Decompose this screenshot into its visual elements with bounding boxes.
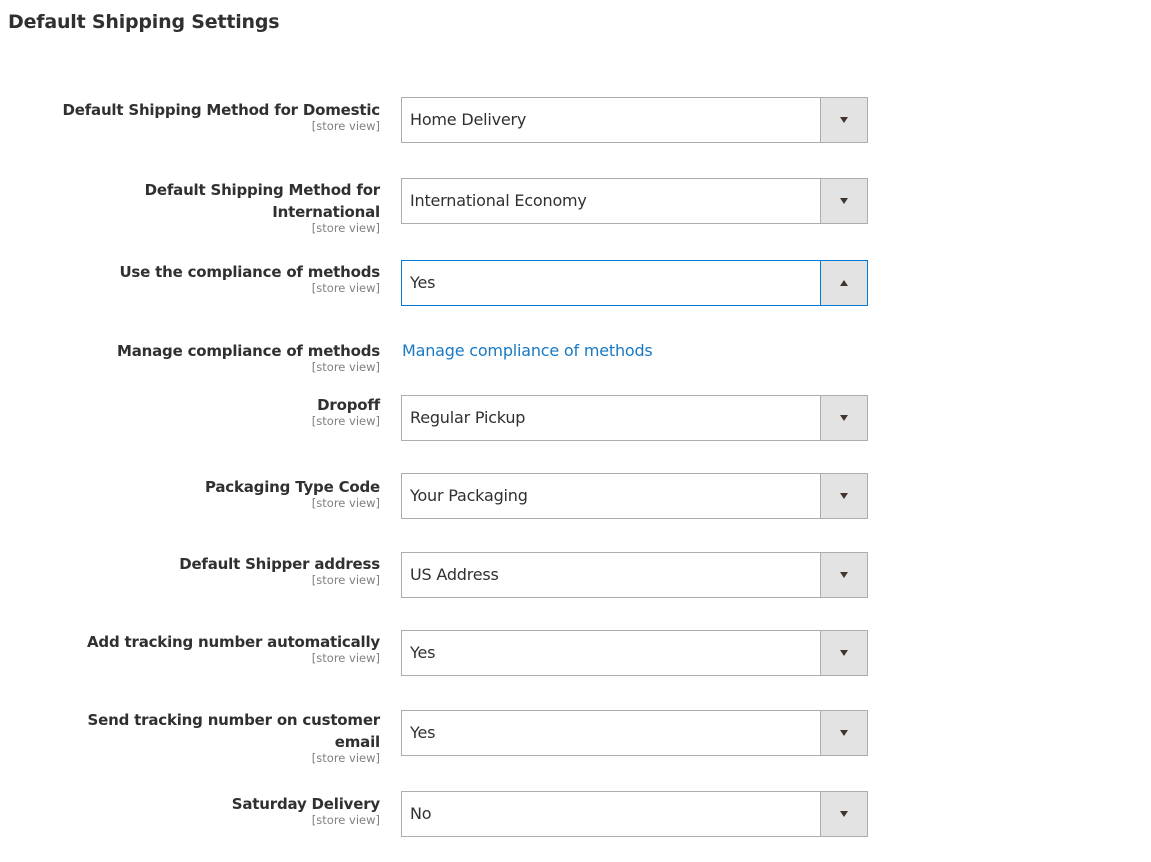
chevron-down-icon <box>840 198 848 204</box>
dropdown-toggle[interactable] <box>820 792 867 836</box>
dropdown-toggle[interactable] <box>820 396 867 440</box>
domestic-method-select[interactable]: Home Delivery <box>401 97 868 143</box>
select-value: Your Packaging <box>410 486 528 505</box>
dropdown-toggle[interactable] <box>820 261 867 305</box>
select-value: Yes <box>410 273 436 292</box>
field-label-group: Dropoff [store view] <box>0 395 380 428</box>
select-value: Yes <box>410 723 436 742</box>
field-label-group: Default Shipper address [store view] <box>0 554 380 587</box>
manage-compliance-link[interactable]: Manage compliance of methods <box>402 341 653 360</box>
field-label-group: Manage compliance of methods [store view… <box>0 341 380 374</box>
field-label-group: Use the compliance of methods [store vie… <box>0 262 380 295</box>
chevron-down-icon <box>840 415 848 421</box>
field-label: Add tracking number automatically <box>87 633 380 651</box>
scope-label: [store view] <box>311 651 380 665</box>
scope-label: [store view] <box>311 221 380 235</box>
section-title: Default Shipping Settings <box>8 11 280 33</box>
field-label: Manage compliance of methods <box>117 342 380 360</box>
field-label-line1: Default Shipping Method for <box>144 181 381 199</box>
shipper-address-select[interactable]: US Address <box>401 552 868 598</box>
scope-label: [store view] <box>311 281 380 295</box>
chevron-down-icon <box>840 117 848 123</box>
select-value: No <box>410 804 432 823</box>
chevron-down-icon <box>840 811 848 817</box>
select-value: US Address <box>410 565 499 584</box>
dropdown-toggle[interactable] <box>820 631 867 675</box>
send-tracking-select[interactable]: Yes <box>401 710 868 756</box>
select-value: Home Delivery <box>410 110 527 129</box>
scope-label: [store view] <box>311 813 380 827</box>
field-label: Use the compliance of methods <box>119 263 380 281</box>
scope-label: [store view] <box>311 573 380 587</box>
dropdown-toggle[interactable] <box>820 98 867 142</box>
scope-label: [store view] <box>311 414 380 428</box>
chevron-down-icon <box>840 730 848 736</box>
scope-label: [store view] <box>311 119 380 133</box>
add-tracking-select[interactable]: Yes <box>401 630 868 676</box>
scope-label: [store view] <box>311 360 380 374</box>
dropdown-toggle[interactable] <box>820 474 867 518</box>
field-label: Dropoff <box>317 396 380 414</box>
field-label: Packaging Type Code <box>204 478 380 496</box>
field-label-line1: Send tracking number on customer <box>87 711 381 729</box>
saturday-delivery-select[interactable]: No <box>401 791 868 837</box>
field-label-line2: International <box>272 203 380 221</box>
chevron-up-icon <box>840 280 848 286</box>
field-label: Saturday Delivery <box>231 795 380 813</box>
field-label-group: Packaging Type Code [store view] <box>0 477 380 510</box>
international-method-select[interactable]: International Economy <box>401 178 868 224</box>
field-label: Default Shipper address <box>179 555 380 573</box>
select-value: Yes <box>410 643 436 662</box>
select-value: Regular Pickup <box>410 408 526 427</box>
field-label-group: Default Shipping Method for Internationa… <box>0 180 381 235</box>
field-label: Default Shipping Method for Domestic <box>62 101 380 119</box>
scope-label: [store view] <box>311 496 380 510</box>
dropdown-toggle[interactable] <box>820 179 867 223</box>
shipping-settings-page: Default Shipping Settings Default Shippi… <box>0 0 1151 862</box>
field-label-group: Add tracking number automatically [store… <box>0 632 380 665</box>
use-compliance-select[interactable]: Yes <box>401 260 868 306</box>
field-label-line2: email <box>334 733 380 751</box>
chevron-down-icon <box>840 493 848 499</box>
chevron-down-icon <box>840 572 848 578</box>
dropdown-toggle[interactable] <box>820 711 867 755</box>
dropoff-select[interactable]: Regular Pickup <box>401 395 868 441</box>
field-label-group: Saturday Delivery [store view] <box>0 794 380 827</box>
field-label-group: Default Shipping Method for Domestic [st… <box>0 100 380 133</box>
select-value: International Economy <box>410 191 587 210</box>
scope-label: [store view] <box>311 751 380 765</box>
dropdown-toggle[interactable] <box>820 553 867 597</box>
field-label-group: Send tracking number on customer email [… <box>0 710 381 765</box>
packaging-type-select[interactable]: Your Packaging <box>401 473 868 519</box>
chevron-down-icon <box>840 650 848 656</box>
